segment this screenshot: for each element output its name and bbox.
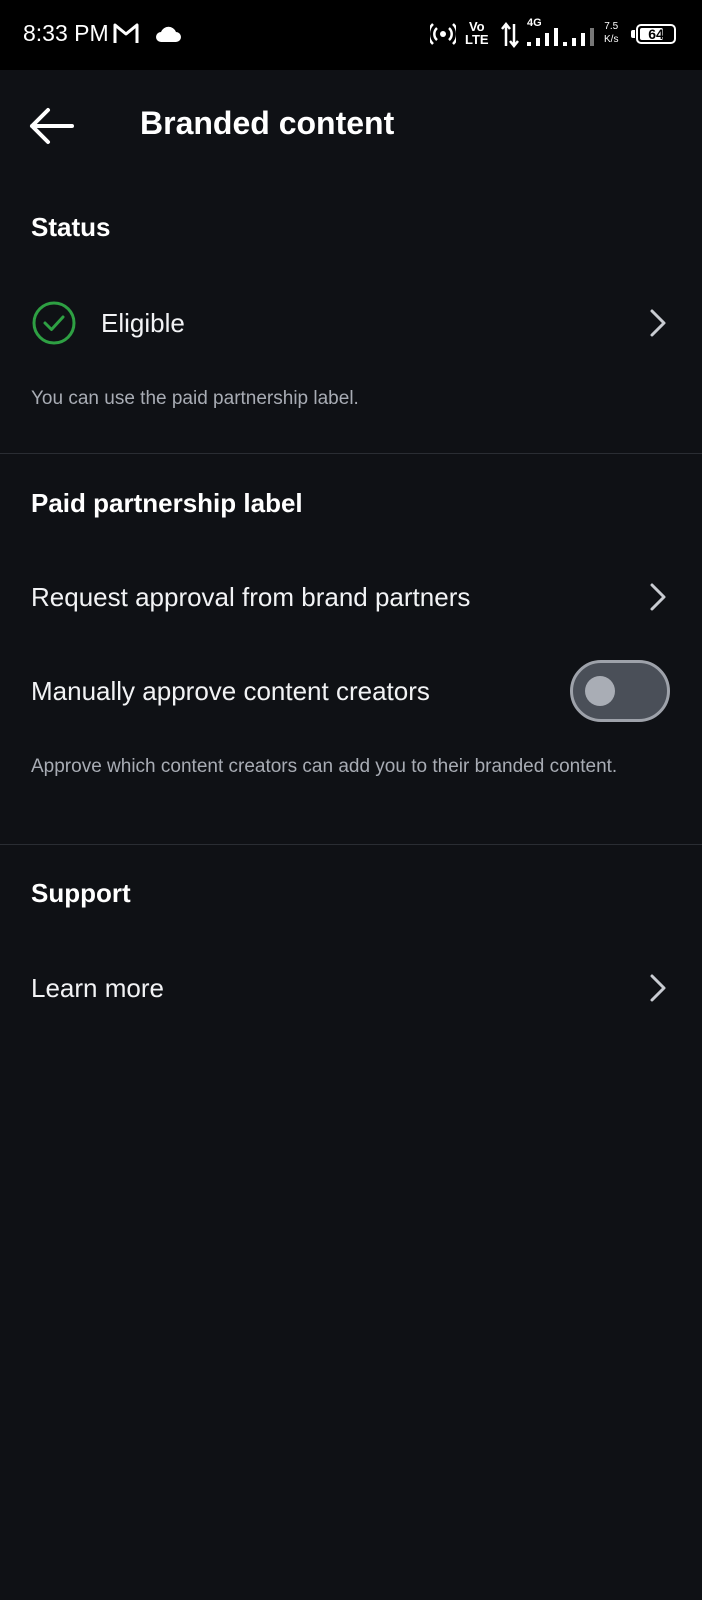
header: Branded content xyxy=(0,70,702,180)
divider xyxy=(0,844,702,845)
speed-unit: K/s xyxy=(604,34,619,45)
status-bar-time: 8:33 PM xyxy=(23,20,109,46)
learn-more-label: Learn more xyxy=(31,973,164,1003)
manual-approve-label: Manually approve content creators xyxy=(31,676,430,706)
hotspot-icon xyxy=(430,23,456,45)
manual-approve-toggle[interactable] xyxy=(570,660,670,722)
back-button[interactable] xyxy=(26,106,82,158)
divider xyxy=(0,453,702,454)
battery-icon: 64 xyxy=(636,24,676,44)
chevron-right-icon xyxy=(650,974,666,1002)
battery-percent: 64 xyxy=(648,26,664,42)
signal-strength-icon xyxy=(527,28,558,46)
battery-tip xyxy=(631,30,635,38)
eligibility-status-row[interactable]: Eligible xyxy=(0,288,702,358)
check-circle-icon xyxy=(32,301,76,345)
request-approval-label: Request approval from brand partners xyxy=(31,582,471,612)
status-description: You can use the paid partnership label. xyxy=(31,388,359,409)
volte-bottom: LTE xyxy=(465,32,489,47)
status-bar: 8:33 PM Vo LTE 4G 7.5 K/s 64 xyxy=(0,0,702,70)
chevron-right-icon xyxy=(650,309,666,337)
request-approval-row[interactable]: Request approval from brand partners xyxy=(0,562,702,632)
data-transfer-icon xyxy=(501,22,519,48)
network-speed: 7.5 K/s xyxy=(604,20,618,46)
toggle-knob xyxy=(585,676,615,706)
support-section-title: Support xyxy=(31,878,131,908)
page-title: Branded content xyxy=(140,105,395,141)
arrow-left-icon xyxy=(30,108,74,144)
chevron-right-icon xyxy=(650,583,666,611)
volte-indicator: Vo LTE xyxy=(465,20,489,46)
speed-value: 7.5 xyxy=(604,21,619,32)
signal-strength-2-icon xyxy=(563,28,594,46)
paid-partnership-section-title: Paid partnership label xyxy=(31,488,303,518)
cloud-icon xyxy=(156,26,181,42)
gmail-icon xyxy=(113,23,139,43)
status-section-title: Status xyxy=(31,212,111,242)
learn-more-row[interactable]: Learn more xyxy=(0,953,702,1023)
eligibility-status-label: Eligible xyxy=(101,308,185,338)
manual-approve-description: Approve which content creators can add y… xyxy=(31,756,618,777)
